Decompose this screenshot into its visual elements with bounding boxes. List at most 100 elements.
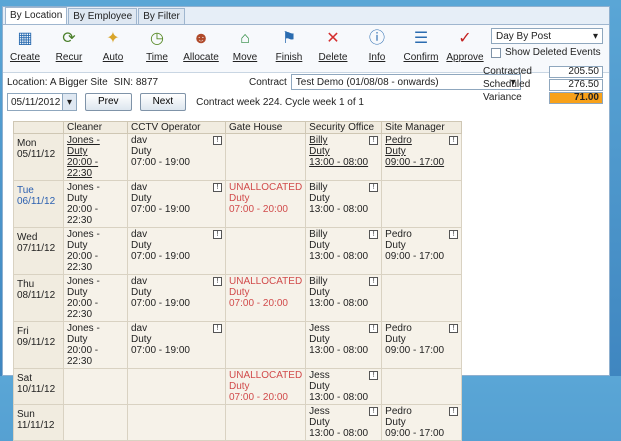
shift-cell[interactable]: Jones - Duty 20:00 - 22:30 (63, 227, 128, 275)
shift-cell[interactable]: Pedro Duty 09:00 - 17:00! (381, 227, 463, 275)
shift-cell[interactable]: Pedro Duty 09:00 - 17:00! (381, 404, 463, 441)
shift-cell[interactable]: Pedro Duty 09:00 - 17:00! (381, 321, 463, 369)
show-deleted-toggle[interactable]: Show Deleted Events (491, 47, 603, 58)
shift-cell[interactable] (224, 133, 307, 181)
tab-by-employee[interactable]: By Employee (68, 8, 138, 24)
shift-cell[interactable]: Jones - Duty 20:00 - 22:30 (63, 133, 128, 181)
day-cell: Wed 07/11/12 (13, 227, 64, 275)
shift-type: Duty (309, 417, 330, 428)
scheduled-label: Scheduled (483, 79, 531, 90)
table-row: Sat 10/11/12 UNALLOCATED Duty 07:00 - 20:00 J… (13, 368, 463, 405)
day-name: Mon (17, 138, 37, 149)
shift-time: 09:00 - 17:00 (385, 251, 445, 262)
shift-cell[interactable] (381, 368, 463, 405)
shift-cell[interactable]: UNALLOCATED Duty 07:00 - 20:00 (224, 368, 307, 405)
warning-icon[interactable]: ! (369, 324, 379, 333)
shift-type: Duty (67, 287, 88, 298)
tab-by-filter[interactable]: By Filter (138, 8, 185, 24)
shift-cell[interactable] (224, 404, 307, 441)
shift-cell[interactable]: Billy Duty 13:00 - 08:00! (305, 180, 383, 228)
shift-cell[interactable]: dav Duty 07:00 - 19:00! (127, 274, 226, 322)
day-name: Sun (17, 409, 35, 420)
shift-cell[interactable]: dav Duty 07:00 - 19:00! (127, 227, 226, 275)
shift-cell[interactable]: dav Duty 07:00 - 19:00! (127, 133, 226, 181)
shift-cell[interactable] (63, 368, 128, 405)
warning-icon[interactable]: ! (369, 230, 379, 239)
shift-cell[interactable]: UNALLOCATED Duty 07:00 - 20:00 (224, 274, 307, 322)
shift-cell[interactable] (381, 180, 463, 228)
shift-type: Duty (67, 240, 88, 251)
chevron-down-icon[interactable]: ▾ (62, 94, 76, 110)
shift-cell[interactable]: Jess Duty 13:00 - 08:00! (305, 404, 383, 441)
table-row: Fri 09/11/12 Jones - Duty 20:00 - 22:30 dav Du… (13, 321, 463, 369)
warning-icon[interactable]: ! (449, 324, 459, 333)
warning-icon[interactable]: ! (449, 230, 459, 239)
variance-label: Variance (483, 92, 522, 103)
shift-cell[interactable] (381, 274, 463, 322)
prev-button[interactable]: Prev (85, 93, 132, 111)
shift-time: 13:00 - 08:00 (309, 298, 369, 309)
shift-cell[interactable]: UNALLOCATED Duty 07:00 - 20:00 (224, 180, 307, 228)
warning-icon[interactable]: ! (369, 277, 379, 286)
shift-cell[interactable]: dav Duty 07:00 - 19:00! (127, 321, 226, 369)
toolbar-label: Auto (102, 52, 124, 63)
view-mode-select[interactable]: Day By Post ▾ (491, 28, 603, 44)
warning-icon[interactable]: ! (369, 136, 379, 145)
delete-button[interactable]: ✕ Delete (315, 28, 351, 63)
confirm-icon: ☰ (413, 30, 429, 47)
scheduled-value: 276.50 (549, 78, 603, 91)
checkbox-icon[interactable] (491, 47, 501, 58)
shift-cell[interactable]: Jones - Duty 20:00 - 22:30 (63, 180, 128, 228)
shift-type: Duty (131, 193, 152, 204)
date-picker[interactable]: 05/11/2012 ▾ (7, 93, 77, 111)
recur-icon: ⟳ (62, 30, 76, 47)
warning-icon[interactable]: ! (369, 407, 379, 416)
warning-icon[interactable]: ! (369, 183, 379, 192)
shift-type: Duty (385, 334, 406, 345)
toolbar-label: Recur (55, 52, 83, 63)
info-button[interactable]: ⓘ Info (359, 28, 395, 63)
auto-button[interactable]: ✦ Auto (95, 28, 131, 63)
confirm-button[interactable]: ☰ Confirm (403, 28, 439, 63)
warning-icon[interactable]: ! (213, 183, 222, 192)
warning-icon[interactable]: ! (449, 136, 459, 145)
shift-cell[interactable]: dav Duty 07:00 - 19:00! (127, 180, 226, 228)
move-button[interactable]: ⌂ Move (227, 28, 263, 63)
shift-time: 20:00 - 22:30 (67, 157, 99, 179)
warning-icon[interactable]: ! (213, 230, 222, 239)
tab-by-location[interactable]: By Location (5, 7, 68, 24)
warning-icon[interactable]: ! (213, 277, 222, 286)
warning-icon[interactable]: ! (213, 136, 222, 145)
recur-button[interactable]: ⟳ Recur (51, 28, 87, 63)
toolbar-label: Move (232, 52, 258, 63)
shift-cell[interactable] (224, 227, 307, 275)
warning-icon[interactable]: ! (449, 407, 459, 416)
shift-cell[interactable] (224, 321, 307, 369)
finish-button[interactable]: ⚑ Finish (271, 28, 307, 63)
approve-button[interactable]: ✓ Approve (446, 28, 483, 63)
shift-cell[interactable]: Pedro Duty 09:00 - 17:00! (381, 133, 463, 181)
time-button[interactable]: ◷ Time (139, 28, 175, 63)
shift-cell[interactable]: Billy Duty 13:00 - 08:00! (305, 274, 383, 322)
shift-time: 13:00 - 08:00 (309, 157, 369, 168)
shift-employee: Pedro (385, 135, 412, 146)
shift-cell[interactable] (127, 368, 226, 405)
shift-employee: Jones - (67, 276, 100, 287)
info-icon: ⓘ (368, 30, 385, 47)
shift-cell[interactable] (63, 404, 128, 441)
location-label: Location: A Bigger Site (7, 76, 108, 88)
shift-type: Duty (229, 381, 250, 392)
shift-cell[interactable]: Billy Duty 13:00 - 08:00! (305, 133, 383, 181)
shift-cell[interactable]: Billy Duty 13:00 - 08:00! (305, 227, 383, 275)
toolbar-label: Finish (275, 52, 303, 63)
allocate-button[interactable]: ☻ Allocate (183, 28, 219, 63)
next-button[interactable]: Next (139, 93, 187, 111)
create-button[interactable]: ▦ Create (7, 28, 43, 63)
warning-icon[interactable]: ! (213, 324, 222, 333)
shift-cell[interactable]: Jess Duty 13:00 - 08:00! (305, 321, 383, 369)
shift-cell[interactable] (127, 404, 226, 441)
shift-cell[interactable]: Jones - Duty 20:00 - 22:30 (63, 321, 128, 369)
shift-cell[interactable]: Jess Duty 13:00 - 08:00! (305, 368, 383, 405)
post-header: Security Office (305, 121, 383, 134)
shift-cell[interactable]: Jones - Duty 20:00 - 22:30 (63, 274, 128, 322)
